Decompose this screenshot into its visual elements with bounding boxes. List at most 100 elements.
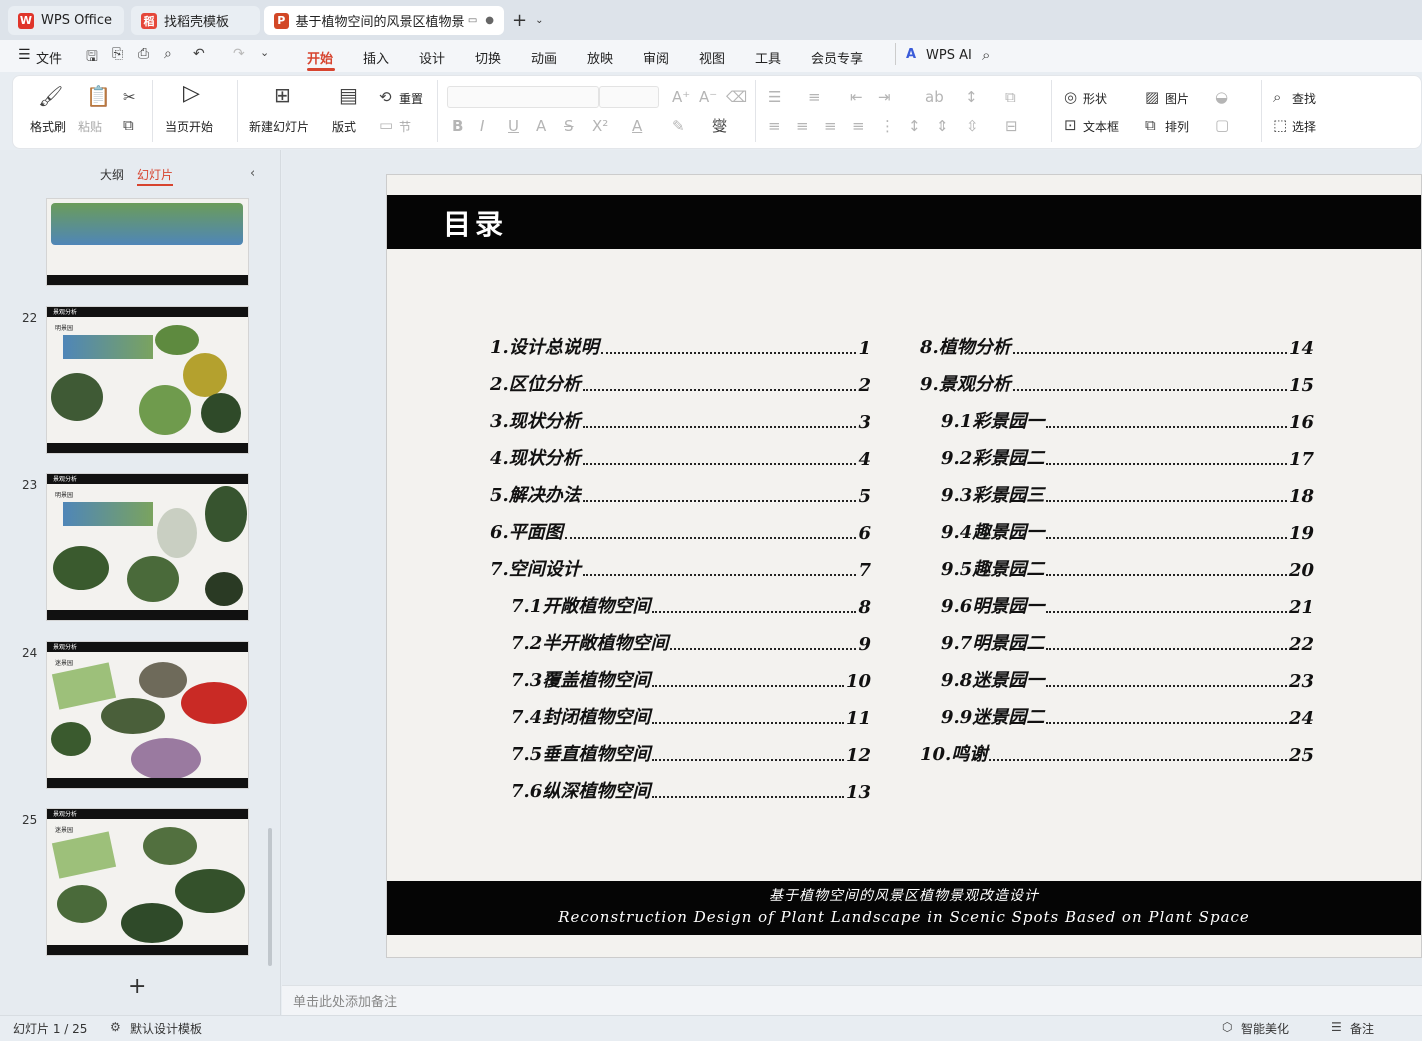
panel-scrollbar[interactable] (268, 828, 272, 966)
from-current-button[interactable]: 当页开始 (165, 118, 213, 135)
monitor-icon[interactable]: ▭ (468, 15, 477, 26)
menu-animation[interactable]: 动画 (531, 48, 557, 67)
menu-view[interactable]: 视图 (699, 48, 725, 67)
paste-button[interactable]: 粘贴 (78, 118, 102, 135)
tab-outline[interactable]: 大纲 (100, 166, 124, 183)
font-family-select[interactable] (447, 86, 599, 108)
shadow-icon[interactable]: A (536, 118, 546, 134)
unsaved-dot-icon[interactable]: ● (485, 15, 494, 26)
slide-thumbnail-24[interactable]: 景观分析 迷景园 (46, 641, 249, 789)
shape-icon[interactable]: ◎ (1064, 89, 1077, 105)
paste-icon[interactable]: 📋 (86, 86, 111, 106)
save-icon[interactable]: 🖫 (86, 46, 98, 70)
notes-area[interactable] (282, 985, 1422, 1015)
new-slide-icon[interactable]: ⊞ (274, 85, 291, 105)
reset-icon[interactable]: ⟲ (379, 89, 392, 105)
indent-spacing-icon[interactable]: ⇕ (936, 118, 949, 134)
notes-placeholder[interactable]: 单击此处添加备注 (293, 991, 397, 1010)
font-color-icon[interactable]: A (632, 118, 642, 134)
align-left-icon[interactable]: ≡ (768, 118, 781, 134)
hamburger-icon[interactable]: ☰ (18, 47, 31, 63)
slide-thumbnail-22[interactable]: 景观分析 明景园 (46, 306, 249, 454)
font-size-select[interactable] (599, 86, 659, 108)
cut-icon[interactable]: ✂ (123, 89, 136, 105)
format-painter-icon[interactable]: 🖌 (38, 86, 63, 106)
copy-icon[interactable]: ⧉ (123, 117, 134, 133)
underline-icon[interactable]: U (508, 118, 519, 134)
add-slide-button[interactable]: + (128, 974, 146, 999)
align-right-icon[interactable]: ≡ (824, 118, 837, 134)
convert-smartart-icon[interactable]: ⧉ (1005, 89, 1016, 105)
menu-slideshow[interactable]: 放映 (587, 48, 613, 67)
tab-wps-office[interactable]: W WPS Office (8, 6, 124, 35)
redo-icon[interactable]: ↷ (233, 46, 245, 62)
picture-button[interactable]: 图片 (1165, 90, 1189, 107)
clear-format-icon[interactable]: ⌫ (726, 89, 747, 105)
more-chevron-icon[interactable]: ⌄ (260, 46, 269, 59)
textbox-button[interactable]: 文本框 (1083, 118, 1119, 135)
menu-member[interactable]: 会员专享 (811, 48, 863, 67)
paragraph-spacing-icon[interactable]: ↕ (908, 118, 921, 134)
text-fit-icon[interactable]: ⊟ (1005, 118, 1018, 134)
new-tab-button[interactable]: + ⌄ (512, 8, 552, 33)
increase-indent-icon[interactable]: ⇥ (878, 89, 891, 105)
fill-icon[interactable]: ◒ (1215, 89, 1228, 105)
reset-button[interactable]: 重置 (399, 90, 423, 107)
section-icon[interactable]: ▭ (379, 117, 393, 133)
collapse-panel-icon[interactable]: ‹ (250, 166, 255, 181)
share-icon[interactable]: ⎘ (112, 46, 123, 62)
align-center-icon[interactable]: ≡ (796, 118, 809, 134)
arrange-button[interactable]: 排列 (1165, 118, 1189, 135)
italic-icon[interactable]: I (480, 118, 484, 134)
picture-icon[interactable]: ▨ (1145, 89, 1159, 105)
highlight-icon[interactable]: ✎ (672, 118, 685, 134)
format-painter-button[interactable]: 格式刷 (30, 118, 66, 135)
menu-file[interactable]: 文件 (36, 48, 62, 67)
select-icon[interactable]: ⬚ (1273, 117, 1287, 133)
layout-button[interactable]: 版式 (332, 118, 356, 135)
tab-slides[interactable]: 幻灯片 (137, 166, 174, 186)
outline-icon[interactable]: ▢ (1215, 117, 1229, 133)
arrange-icon[interactable]: ⧉ (1145, 117, 1156, 133)
slide-thumbnail-23[interactable]: 景观分析 明景园 (46, 473, 249, 621)
bold-icon[interactable]: B (452, 118, 463, 134)
select-button[interactable]: 选择 (1292, 118, 1316, 135)
chevron-down-icon[interactable]: ⌄ (535, 15, 543, 26)
shape-button[interactable]: 形状 (1083, 90, 1107, 107)
numbered-list-icon[interactable]: ≡ (808, 89, 821, 105)
find-icon[interactable]: ⌕ (1273, 89, 1281, 105)
print-preview-icon[interactable]: ⌕ (164, 46, 172, 62)
search-icon[interactable]: ⌕ (982, 46, 990, 64)
increase-font-icon[interactable]: A⁺ (672, 89, 690, 105)
character-spacing-icon[interactable]: 燮 (712, 118, 727, 134)
line-spacing-icon[interactable]: ↕ (965, 89, 978, 105)
menu-insert[interactable]: 插入 (363, 48, 389, 67)
text-direction-icon[interactable]: ab (925, 89, 944, 105)
menu-wps-ai[interactable]: WPS AI (926, 48, 972, 63)
design-template-button[interactable]: 默认设计模板 (130, 1020, 202, 1037)
play-from-current-icon[interactable]: ▷ (183, 83, 200, 105)
decrease-indent-icon[interactable]: ⇤ (850, 89, 863, 105)
slide-title[interactable]: 目录 (443, 203, 507, 243)
slide-thumbnail-21[interactable] (46, 198, 249, 286)
print-icon[interactable]: ⎙ (138, 46, 149, 62)
find-button[interactable]: 查找 (1292, 90, 1316, 107)
bullet-list-icon[interactable]: ☰ (768, 89, 781, 105)
justify-icon[interactable]: ≡ (852, 118, 865, 134)
menu-design[interactable]: 设计 (419, 48, 445, 67)
smart-beautify-button[interactable]: 智能美化 (1241, 1020, 1289, 1037)
distribute-icon[interactable]: ⋮ (880, 118, 895, 134)
tab-template[interactable]: 稻 找稻壳模板 (131, 6, 260, 35)
menu-transition[interactable]: 切换 (475, 48, 501, 67)
menu-review[interactable]: 审阅 (643, 48, 669, 67)
menu-tools[interactable]: 工具 (755, 48, 781, 67)
current-slide[interactable]: 目录 基于植物空间的风景区植物景观改造设计 Reconstruction Des… (386, 174, 1422, 958)
section-button[interactable]: 节 (399, 118, 411, 135)
textbox-icon[interactable]: ⊡ (1064, 117, 1077, 133)
slide-thumbnail-25[interactable]: 景观分析 迷景园 (46, 808, 249, 956)
superscript-icon[interactable]: X² (592, 118, 608, 134)
layout-icon[interactable]: ▤ (339, 85, 358, 105)
undo-icon[interactable]: ↶ (193, 46, 205, 62)
notes-toggle-button[interactable]: 备注 (1350, 1020, 1374, 1037)
menu-home[interactable]: 开始 (307, 48, 333, 67)
